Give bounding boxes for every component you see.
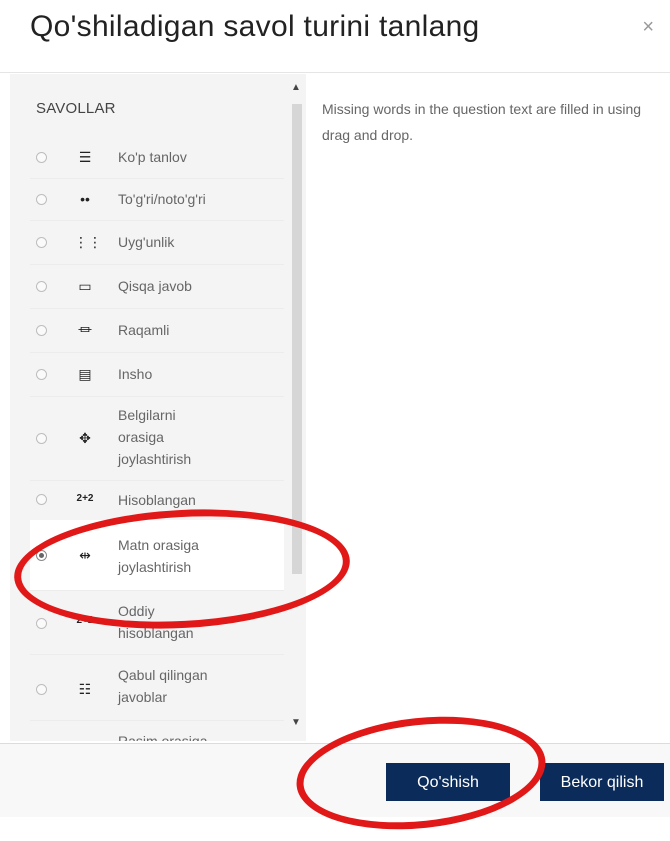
radio-button[interactable]: [36, 237, 47, 248]
list-item-matching[interactable]: ⋮⋮ Uyg'unlik: [30, 220, 284, 265]
list-item-label: Qisqa javob: [118, 278, 192, 294]
list-item-label: Rasim orasiga: [118, 733, 208, 741]
list-item-true-false[interactable]: •• To'g'ri/noto'g'ri: [30, 178, 284, 221]
numerical-icon: ⏛: [78, 322, 92, 338]
list-item-label: Belgilarni orasiga joylashtirish: [118, 407, 192, 467]
calculated-icon: 2+2: [76, 493, 94, 504]
list-item-drag-drop-text[interactable]: ⇹ Matn orasiga joylashtirish: [30, 520, 284, 591]
radio-button-selected[interactable]: [36, 550, 47, 561]
essay-icon: ▤: [78, 366, 92, 382]
section-title: SAVOLLAR: [36, 100, 116, 117]
list-item-short-answer[interactable]: ▭ Qisqa javob: [30, 264, 284, 309]
radio-button[interactable]: [36, 433, 47, 444]
list-item-label: Matn orasiga joylashtirish: [118, 537, 199, 575]
radio-button[interactable]: [36, 325, 47, 336]
drag-text-icon: ⇹: [79, 547, 91, 563]
multianswer-icon: ☷: [78, 681, 92, 697]
dialog-title: Qo'shiladigan savol turini tanlang: [30, 10, 480, 43]
rectangle-icon: ▭: [78, 278, 92, 294]
list-item-label: Uyg'unlik: [118, 234, 175, 250]
list-item-drag-drop-markers[interactable]: ✥ Belgilarni orasiga joylashtirish: [30, 396, 284, 481]
scroll-thumb[interactable]: [292, 104, 302, 574]
radio-button[interactable]: [36, 369, 47, 380]
move-icon: ✥: [79, 430, 91, 446]
list-item-label: To'g'ri/noto'g'ri: [118, 191, 206, 207]
add-question-dialog: Qo'shiladigan savol turini tanlang × SAV…: [0, 0, 670, 841]
grid-icon: ⋮⋮: [74, 234, 102, 250]
list-item-essay[interactable]: ▤ Insho: [30, 352, 284, 397]
radio-button[interactable]: [36, 281, 47, 292]
dots-icon: ••: [80, 191, 90, 207]
radio-button[interactable]: [36, 684, 47, 695]
radio-button[interactable]: [36, 494, 47, 505]
list-item-label: Ko'p tanlov: [118, 149, 187, 165]
list-item-simple-calculated[interactable]: 2+2 Oddiy hisoblangan: [30, 590, 284, 655]
list-item-embedded-answers[interactable]: ☷ Qabul qilingan javoblar: [30, 654, 284, 721]
cancel-button[interactable]: Bekor qilish: [540, 763, 664, 801]
list-item-label: Insho: [118, 366, 153, 382]
scroll-down-icon[interactable]: ▼: [291, 717, 301, 728]
add-button[interactable]: Qo'shish: [386, 763, 510, 801]
list-item-label: Raqamli: [118, 322, 170, 338]
description-panel: Missing words in the question text are f…: [322, 96, 662, 148]
radio-button[interactable]: [36, 618, 47, 629]
list-item-numerical[interactable]: ⏛ Raqamli: [30, 308, 284, 353]
list-item-label: Hisoblangan: [118, 492, 196, 508]
question-type-list: SAVOLLAR ☰ Ko'p tanlov •• To'g'ri/noto'g…: [10, 74, 306, 741]
list-icon: ☰: [78, 149, 92, 165]
question-type-description: Missing words in the question text are f…: [322, 101, 642, 143]
list-item-label: Oddiy hisoblangan: [118, 603, 194, 641]
scrollbar[interactable]: ▲ ▼: [290, 82, 304, 732]
dialog-footer: Qo'shish Bekor qilish: [0, 743, 670, 817]
radio-button[interactable]: [36, 194, 47, 205]
scroll-up-icon[interactable]: ▲: [291, 82, 301, 93]
dialog-header: Qo'shiladigan savol turini tanlang ×: [0, 0, 670, 73]
list-item-drag-drop-image[interactable]: Rasim orasiga: [30, 720, 284, 741]
close-icon[interactable]: ×: [642, 16, 654, 39]
simple-calculated-icon: 2+2: [76, 615, 94, 626]
list-item-label: Qabul qilingan javoblar: [118, 667, 208, 705]
list-item-multiple-choice[interactable]: ☰ Ko'p tanlov: [30, 136, 284, 179]
list-item-calculated[interactable]: 2+2 Hisoblangan: [30, 480, 284, 521]
radio-button[interactable]: [36, 152, 47, 163]
